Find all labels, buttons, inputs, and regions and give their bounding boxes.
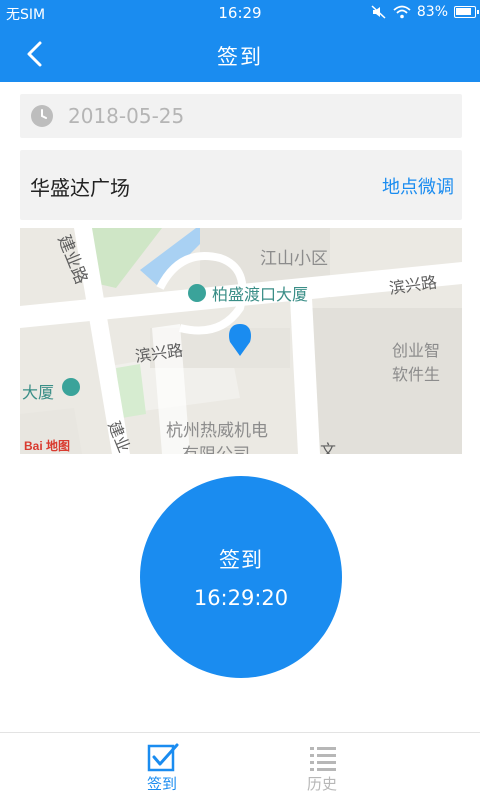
baidu-map-logo: Bai 地图 [24,438,70,453]
status-icons: 83% [371,4,479,20]
map-label-chuangye-1: 创业智 [392,342,440,360]
nav-tab-history-label: 历史 [306,775,337,793]
building-marker-icon [62,378,80,396]
checkin-button-label: 签到 [219,548,263,572]
status-bar: 无SIM 16:29 83% [0,0,480,26]
nav-tab-checkin[interactable]: 签到 [82,733,242,801]
clock-icon [31,105,53,127]
date-field[interactable]: 2018-05-25 [20,94,462,138]
mute-icon [371,5,386,19]
location-adjust-link[interactable]: 地点微调 [382,173,454,199]
app-bar: 签到 [0,26,480,82]
page-title: 签到 [217,45,263,69]
location-name: 华盛达广场 [30,176,130,200]
nav-tab-history[interactable]: 历史 [242,733,402,801]
map-label-hangzhou-1: 杭州热威机电 [166,421,268,440]
map-label-jiangshan: 江山小区 [260,249,328,268]
map-label-bosheng: 柏盛渡口大厦 [212,286,308,304]
map-label-hangzhou-2: 有限公司 [182,445,250,454]
building-marker-icon [188,284,206,302]
map-label-wen: 文 [320,442,336,454]
map-label-dasha: 大厦 [22,384,54,402]
location-row: 华盛达广场 地点微调 [20,150,462,220]
map-label-chuangye-2: 软件生 [392,366,440,384]
wifi-icon [393,5,411,19]
nav-tab-checkin-label: 签到 [146,775,177,793]
bottom-nav: 签到 历史 [0,732,480,800]
map-view[interactable]: 建业路 江山小区 滨兴路 柏盛渡口大厦 滨兴路 创业智 软件生 大厦 杭州热威机… [20,228,462,454]
map-canvas[interactable]: 建业路 江山小区 滨兴路 柏盛渡口大厦 滨兴路 创业智 软件生 大厦 杭州热威机… [20,228,462,454]
checkin-button[interactable]: 签到 16:29:20 [140,476,342,678]
checkbox-checked-icon [147,743,179,772]
date-value: 2018-05-25 [68,104,185,128]
battery-percent: 83% [416,4,448,20]
checkin-time: 16:29:20 [193,586,289,610]
battery-icon [454,6,479,18]
list-icon [310,747,336,771]
